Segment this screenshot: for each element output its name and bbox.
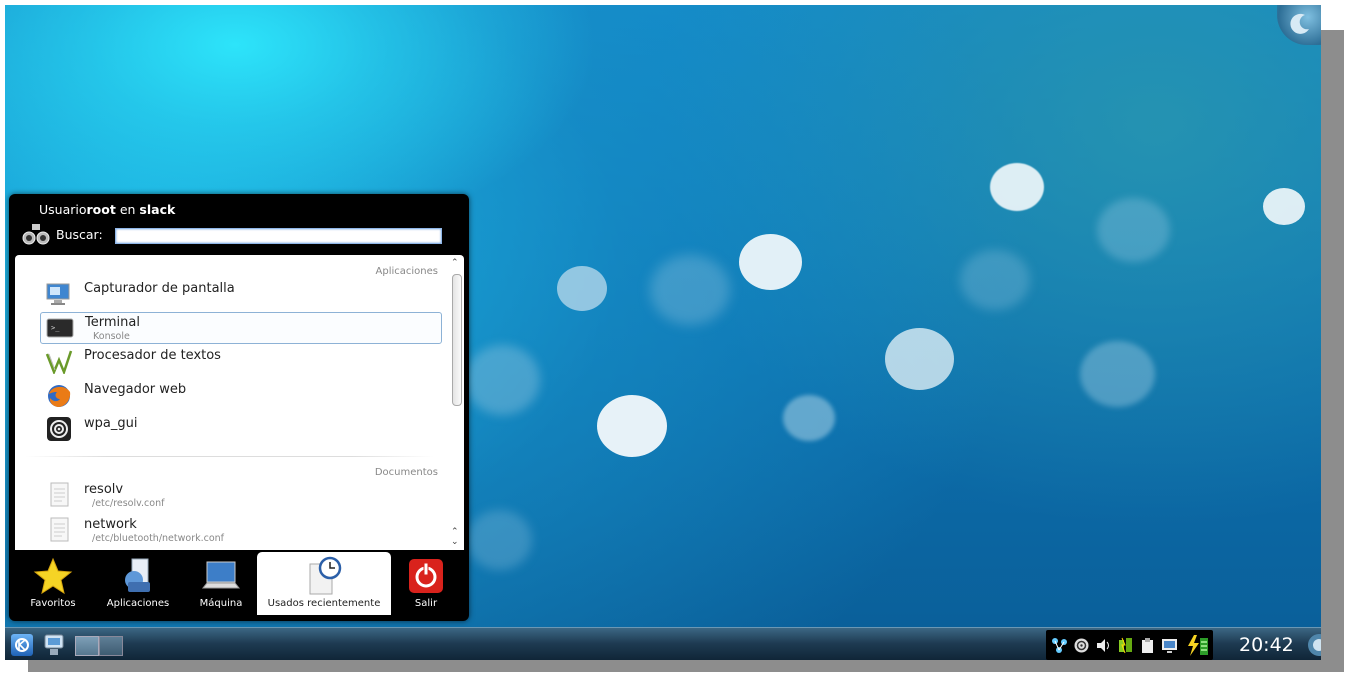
item-sublabel: Konsole — [93, 331, 130, 342]
applications-icon — [125, 558, 150, 592]
battery-status-icon[interactable] — [1117, 637, 1134, 654]
list-item[interactable]: >_ Terminal Konsole — [40, 312, 442, 344]
wallpaper-bokeh — [1097, 198, 1170, 262]
list-item[interactable]: wpa_gui — [40, 414, 440, 444]
menu-user-title: Usuarioroot en slack — [39, 202, 175, 217]
item-label: wpa_gui — [84, 416, 138, 431]
tab-maquina[interactable]: Máquina — [185, 552, 257, 615]
tab-label: Máquina — [199, 598, 243, 609]
item-label: Navegador web — [84, 382, 187, 397]
title-user: root — [86, 202, 116, 217]
clipboard-icon[interactable] — [1139, 637, 1156, 654]
list-item[interactable]: Procesador de textos — [40, 346, 440, 376]
volume-icon[interactable] — [1095, 637, 1112, 654]
item-sublabel: /etc/resolv.conf — [92, 498, 165, 509]
power-icon — [409, 559, 443, 593]
wallpaper-bokeh — [467, 510, 532, 570]
wallpaper-bokeh — [960, 250, 1030, 310]
svg-text:>_: >_ — [51, 324, 60, 332]
system-tray — [1046, 630, 1213, 660]
binoculars-icon — [22, 224, 50, 245]
tab-label: Usados recientemente — [267, 598, 381, 609]
kde-logo-icon — [15, 638, 29, 652]
list-item[interactable]: resolv /etc/resolv.conf — [40, 480, 440, 510]
menu-tabs: Favoritos Aplicaciones Máquina Usados re… — [15, 552, 464, 616]
search-input[interactable] — [115, 228, 442, 244]
firefox-icon — [48, 385, 71, 407]
monitor-icon[interactable] — [1161, 637, 1178, 654]
power-charging-icon[interactable] — [1187, 635, 1209, 656]
tab-label: Salir — [414, 598, 438, 609]
wallpaper-bokeh — [597, 395, 667, 457]
scroll-up-icon[interactable]: ⌃ — [451, 258, 459, 268]
tab-salir[interactable]: Salir — [393, 552, 459, 615]
title-prefix: Usuario — [39, 202, 87, 217]
wifi-icon[interactable] — [1073, 637, 1090, 654]
wallpaper-bokeh — [1080, 341, 1155, 407]
list-item[interactable]: network /etc/bluetooth/network.conf — [40, 515, 440, 545]
wallpaper-bokeh — [783, 395, 835, 441]
wallpaper-bokeh — [465, 345, 540, 415]
document-icon — [50, 482, 69, 507]
kickoff-menu: Usuarioroot en slack Buscar: Aplicacione… — [9, 194, 469, 621]
item-label: Procesador de textos — [84, 348, 221, 363]
item-label: network — [84, 517, 137, 532]
wallpaper-bokeh — [1263, 188, 1305, 225]
item-label: Capturador de pantalla — [84, 281, 235, 296]
scroll-down-icon[interactable]: ⌄ — [451, 537, 459, 547]
divider — [25, 456, 434, 457]
recent-clock-icon — [309, 556, 342, 595]
wallpaper-bokeh — [557, 266, 607, 311]
search-label: Buscar: — [56, 227, 103, 242]
wallpaper-bokeh — [650, 255, 730, 325]
list-item[interactable]: Capturador de pantalla — [40, 279, 440, 309]
wallpaper-bokeh — [739, 234, 802, 290]
section-header-apps: Aplicaciones — [375, 266, 438, 277]
wifi-icon — [47, 417, 71, 441]
terminal-icon: >_ — [46, 318, 74, 338]
list-scrollbar[interactable]: ⌃ ⌃ ⌄ — [450, 257, 462, 548]
section-header-docs: Documentos — [374, 467, 438, 478]
item-sublabel: /etc/bluetooth/network.conf — [92, 533, 225, 544]
pager-desktop-2[interactable] — [99, 636, 123, 656]
scroll-thumb[interactable] — [452, 274, 462, 406]
item-label: Terminal — [85, 315, 140, 330]
panel-cashew-icon[interactable] — [1305, 634, 1321, 656]
tab-label: Favoritos — [30, 598, 76, 609]
list-item[interactable]: Navegador web — [40, 380, 440, 410]
title-mid: en — [115, 202, 140, 217]
tab-favoritos[interactable]: Favoritos — [15, 552, 91, 615]
desktop: Usuarioroot en slack Buscar: Aplicacione… — [5, 5, 1321, 660]
network-manager-icon[interactable] — [1051, 637, 1068, 654]
title-host: slack — [139, 202, 176, 217]
laptop-icon — [201, 561, 241, 589]
tab-usados-recientemente[interactable]: Usados recientemente — [257, 552, 391, 615]
document-icon — [50, 517, 69, 542]
clock[interactable]: 20:42 — [1239, 634, 1294, 656]
pager-desktop-1[interactable] — [75, 636, 99, 656]
wallpaper-bokeh — [990, 163, 1044, 211]
tab-label: Aplicaciones — [106, 598, 170, 609]
star-icon — [33, 557, 73, 595]
search-row: Buscar: — [22, 224, 452, 246]
network-icon[interactable] — [41, 633, 67, 657]
taskbar-panel: 20:42 — [5, 627, 1321, 660]
desktop-toolbox-button[interactable] — [1277, 5, 1321, 45]
tab-aplicaciones[interactable]: Aplicaciones — [93, 552, 183, 615]
screenshot-icon — [46, 283, 70, 305]
scroll-up-icon[interactable]: ⌃ — [451, 527, 459, 537]
item-label: resolv — [84, 482, 124, 497]
cashew-icon — [1290, 13, 1309, 34]
wallpaper-bokeh — [885, 328, 954, 390]
recent-list: Aplicaciones Capturador de pantalla >_ T… — [15, 255, 464, 550]
application-launcher-button[interactable] — [11, 634, 33, 656]
word-processor-icon — [45, 350, 73, 374]
